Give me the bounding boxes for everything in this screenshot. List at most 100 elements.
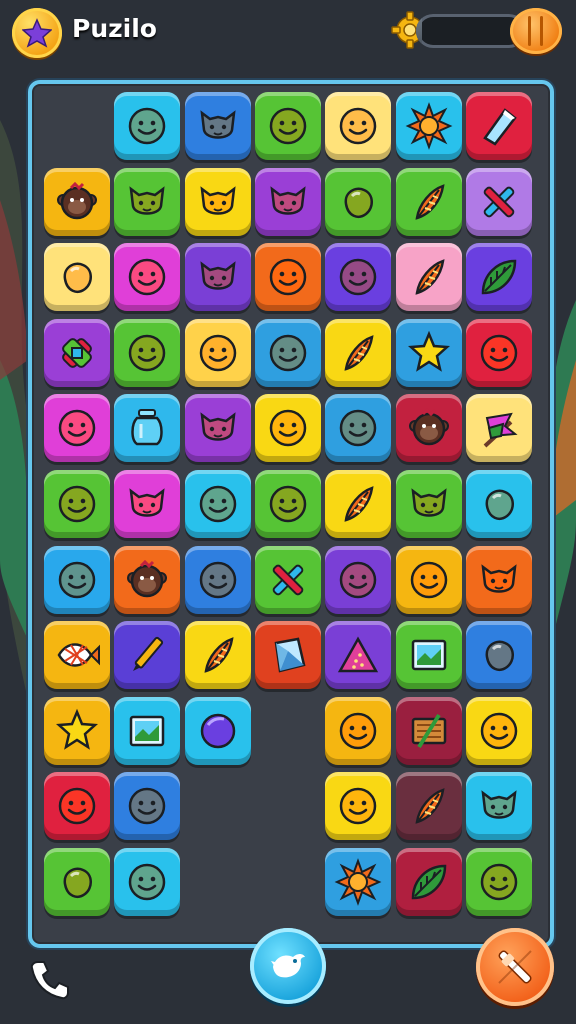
monkey-icon xyxy=(408,408,449,446)
board-tile[interactable] xyxy=(325,470,392,538)
board-tile[interactable] xyxy=(184,621,251,690)
board-tile[interactable] xyxy=(395,92,462,160)
smiley-icon xyxy=(269,258,307,296)
board-tile[interactable] xyxy=(184,394,251,463)
cross-icon xyxy=(483,186,515,217)
smiley-icon xyxy=(269,334,307,372)
smiley-icon xyxy=(58,788,96,825)
sign-icon xyxy=(411,713,446,748)
sun-icon xyxy=(334,858,382,906)
board-tile[interactable] xyxy=(325,167,392,236)
board-tile[interactable] xyxy=(465,621,532,690)
board-tile[interactable] xyxy=(254,394,321,463)
board-tile[interactable] xyxy=(114,243,181,312)
board-tile[interactable] xyxy=(325,243,392,312)
board-tile[interactable] xyxy=(44,696,110,765)
board-tile[interactable] xyxy=(184,92,251,160)
star-logo-icon[interactable] xyxy=(12,8,62,58)
board-tile[interactable] xyxy=(395,394,462,463)
gem-icon xyxy=(274,637,306,673)
board-tile[interactable] xyxy=(465,470,532,538)
board-tile[interactable] xyxy=(44,167,110,236)
board-tile[interactable] xyxy=(114,394,181,463)
phone-button[interactable] xyxy=(22,952,78,1008)
board-tile[interactable] xyxy=(395,545,462,614)
board-tile[interactable] xyxy=(465,772,532,841)
board-tile[interactable] xyxy=(325,696,392,765)
board-tile[interactable] xyxy=(254,545,321,614)
board-tile[interactable] xyxy=(465,167,532,236)
cat-icon xyxy=(200,261,236,290)
board-tile[interactable] xyxy=(395,243,462,312)
board-tile[interactable] xyxy=(184,696,251,765)
board-tile[interactable] xyxy=(395,470,462,538)
board-tile[interactable] xyxy=(465,545,532,614)
blob-icon xyxy=(485,489,514,520)
board-tile[interactable] xyxy=(44,621,110,690)
board-tile[interactable] xyxy=(114,848,181,916)
board-tile[interactable] xyxy=(395,318,462,387)
smiley-icon xyxy=(339,712,377,750)
bird-button[interactable] xyxy=(250,928,326,1004)
board-tile[interactable] xyxy=(325,621,392,690)
board-tile[interactable] xyxy=(465,696,532,765)
board-tile[interactable] xyxy=(184,243,251,312)
board-tile[interactable] xyxy=(254,318,321,387)
board-tile[interactable] xyxy=(44,848,110,916)
board-tile[interactable] xyxy=(44,470,110,538)
board-tile[interactable] xyxy=(395,772,462,841)
star-icon xyxy=(407,330,450,372)
phone-icon xyxy=(30,961,69,1000)
board-tile[interactable] xyxy=(184,545,251,614)
board-tile[interactable] xyxy=(395,621,462,690)
triangle-icon xyxy=(338,636,379,673)
board-tile[interactable] xyxy=(184,167,251,236)
board-tile[interactable] xyxy=(184,318,251,387)
game-board xyxy=(28,80,554,948)
board-tile[interactable] xyxy=(465,243,532,312)
ball-icon xyxy=(200,713,235,749)
smiley-icon xyxy=(269,410,307,447)
board-tile[interactable] xyxy=(325,394,392,463)
board-tile[interactable] xyxy=(44,243,110,312)
board-tile[interactable] xyxy=(114,545,181,614)
board-tile[interactable] xyxy=(465,394,532,463)
board-tile[interactable] xyxy=(114,318,181,387)
board-tile[interactable] xyxy=(114,772,181,841)
board-tile[interactable] xyxy=(184,470,251,538)
board-tile[interactable] xyxy=(114,696,181,765)
monkey-icon xyxy=(57,181,97,219)
tools-button[interactable] xyxy=(476,928,554,1006)
crossed-tools-icon xyxy=(498,950,532,984)
board-tile[interactable] xyxy=(254,621,321,690)
flag-icon xyxy=(483,413,518,448)
board-tile[interactable] xyxy=(44,545,110,614)
board-tile[interactable] xyxy=(44,318,110,387)
feather-icon xyxy=(204,637,234,673)
board-tile[interactable] xyxy=(395,848,462,916)
board-tile[interactable] xyxy=(44,772,110,841)
board-tile[interactable] xyxy=(114,621,181,690)
board-tile[interactable] xyxy=(254,470,321,538)
board-tile[interactable] xyxy=(325,772,392,841)
board-tile[interactable] xyxy=(254,243,321,312)
board-tile[interactable] xyxy=(395,167,462,236)
board-tile[interactable] xyxy=(254,167,321,236)
board-tile[interactable] xyxy=(465,318,532,387)
board-tile[interactable] xyxy=(325,848,392,916)
board-tile[interactable] xyxy=(114,167,181,236)
board-tile[interactable] xyxy=(114,92,181,160)
feather-icon xyxy=(414,788,445,825)
coin-icon[interactable] xyxy=(510,8,562,54)
smiley-icon xyxy=(339,107,377,145)
board-tile[interactable] xyxy=(114,470,181,538)
board-tile[interactable] xyxy=(44,394,110,463)
bottom-bar xyxy=(0,928,576,1024)
board-tile[interactable] xyxy=(465,848,532,916)
board-tile[interactable] xyxy=(395,696,462,765)
board-tile[interactable] xyxy=(325,92,392,160)
board-tile[interactable] xyxy=(465,92,532,160)
board-tile[interactable] xyxy=(325,318,392,387)
board-tile[interactable] xyxy=(325,545,392,614)
board-tile[interactable] xyxy=(254,92,321,160)
